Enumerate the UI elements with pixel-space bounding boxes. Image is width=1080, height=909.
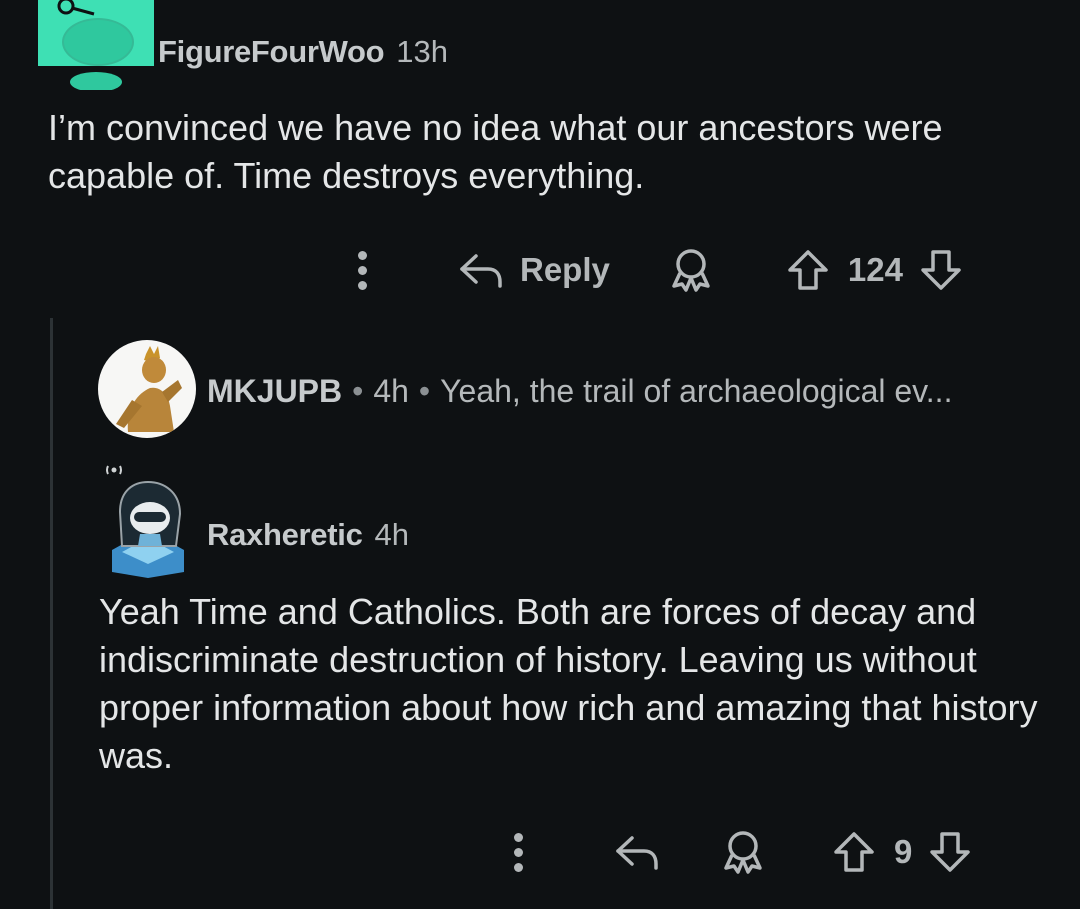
reply-arrow-icon: [460, 254, 502, 288]
comment-preview: Yeah, the trail of archaeological ev...: [440, 372, 953, 409]
downvote-icon: [921, 250, 961, 290]
author-name[interactable]: FigureFourWoo: [158, 34, 385, 70]
top-comment-header: FigureFourWoo 13h: [158, 30, 448, 74]
reply-body: Yeah Time and Catholics. Both are forces…: [99, 591, 1038, 776]
avatar-mkjupb[interactable]: [98, 340, 196, 438]
comment-time: 4h: [374, 517, 410, 552]
dot: [513, 832, 523, 842]
dot: [513, 862, 523, 872]
vote-count: 9: [894, 833, 913, 870]
avatar-snoo-icon: [106, 465, 184, 578]
upvote-button[interactable]: [786, 248, 830, 292]
upvote-button[interactable]: [832, 830, 876, 874]
award-button[interactable]: [720, 828, 766, 876]
thread-line[interactable]: [50, 318, 53, 909]
comment-actions: Reply 124: [340, 240, 1040, 300]
author-name[interactable]: Raxheretic: [207, 517, 363, 553]
collapsed-reply[interactable]: MKJUPB • 4h • Yeah, the trail of archaeo…: [207, 368, 952, 414]
downvote-button[interactable]: [928, 830, 972, 874]
downvote-button[interactable]: [919, 248, 963, 292]
separator-dot: •: [418, 372, 431, 409]
more-options-button[interactable]: [340, 240, 384, 300]
upvote-icon: [834, 832, 874, 872]
avatar-figurefourwoo[interactable]: [38, 0, 154, 90]
reply-button[interactable]: Reply: [458, 250, 610, 290]
reply-actions: 9: [496, 822, 1036, 882]
award-icon: [672, 249, 710, 292]
reply-label: Reply: [520, 251, 610, 288]
avatar-figure-icon: [116, 346, 182, 432]
comment-time: 4h: [373, 372, 409, 409]
reddit-snoo-icon: [57, 0, 134, 90]
more-options-button[interactable]: [496, 822, 540, 882]
dot: [357, 280, 367, 290]
reply-button[interactable]: [614, 832, 662, 872]
reply-header: Raxheretic 4h: [207, 513, 409, 557]
award-icon: [724, 831, 762, 874]
downvote-icon: [930, 832, 971, 872]
dot: [357, 250, 367, 260]
comment-body: I’m convinced we have no idea what our a…: [48, 107, 943, 196]
wifi-signal-icon: [106, 465, 122, 475]
separator-dot: •: [352, 372, 364, 409]
author-name[interactable]: MKJUPB: [207, 373, 342, 410]
dot: [357, 265, 367, 275]
reply-arrow-icon: [616, 836, 658, 870]
vote-count: 124: [847, 251, 903, 288]
dot: [513, 847, 523, 857]
avatar-raxheretic[interactable]: [100, 460, 196, 580]
comment-time: 13h: [396, 34, 449, 69]
upvote-icon: [788, 250, 828, 290]
award-button[interactable]: [668, 246, 714, 294]
